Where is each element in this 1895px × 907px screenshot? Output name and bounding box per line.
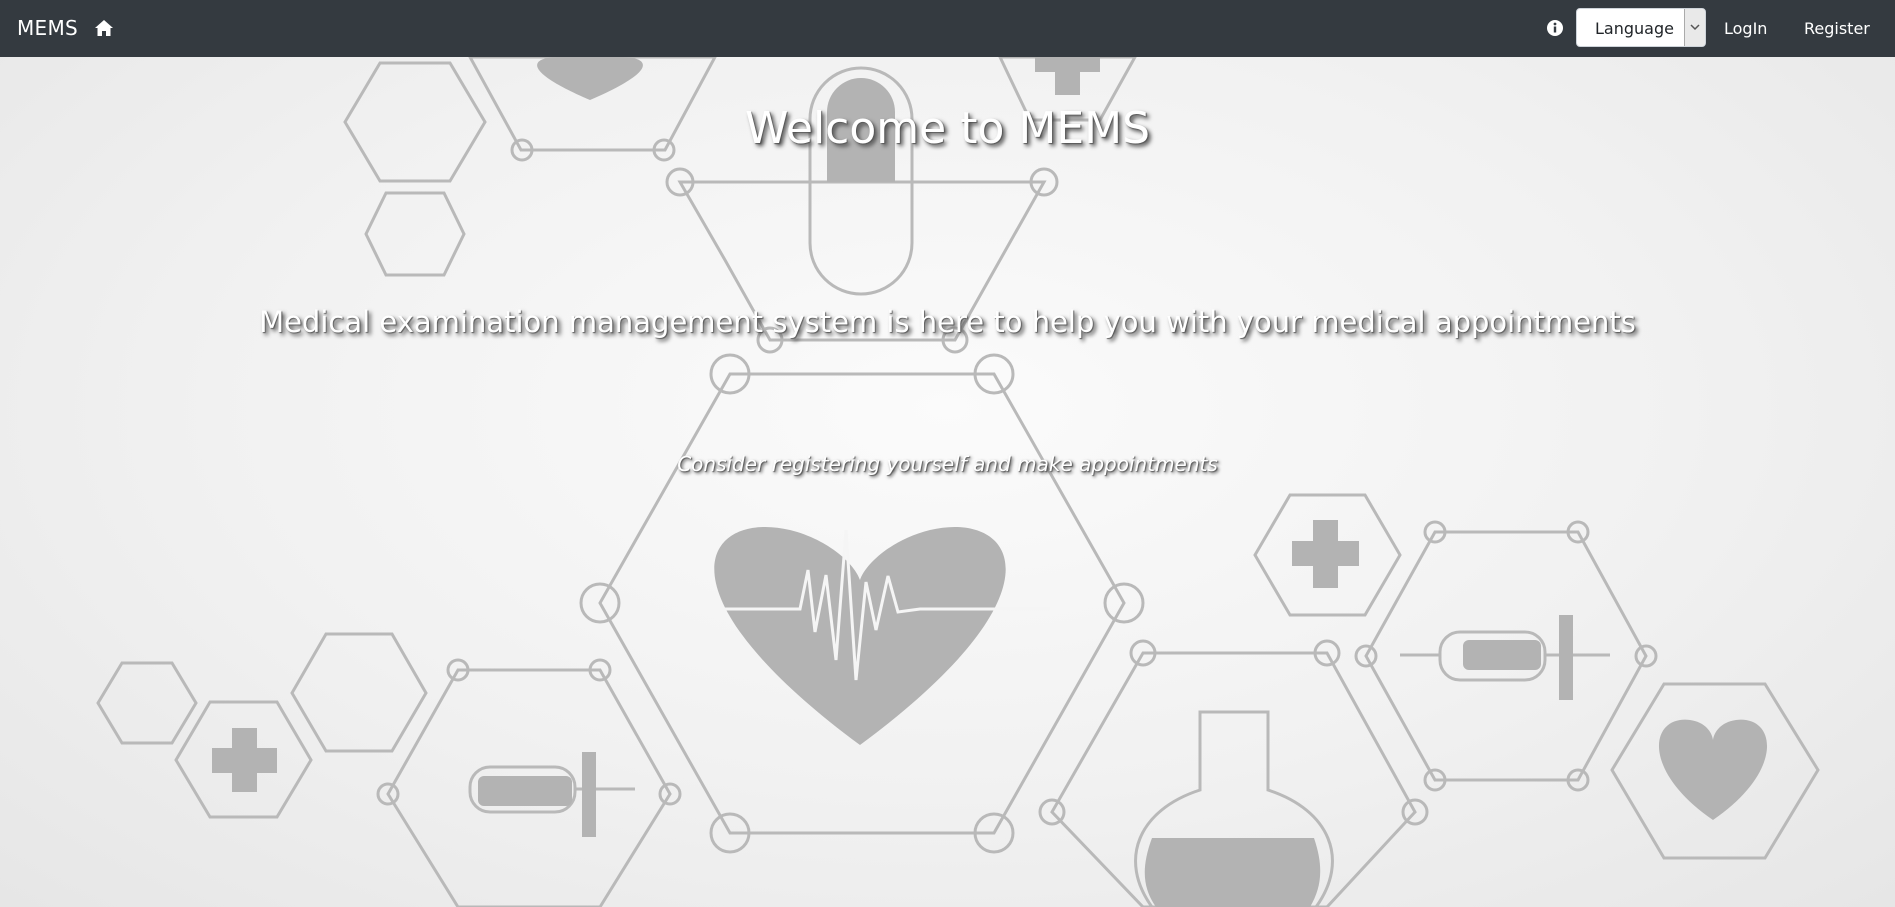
language-select-value: Language xyxy=(1595,19,1674,38)
chevron-down-icon[interactable] xyxy=(1684,9,1705,46)
hero-call-to-action: Consider registering yourself and make a… xyxy=(677,452,1218,476)
hero-title: Welcome to MEMS xyxy=(744,103,1151,154)
info-icon[interactable] xyxy=(1546,19,1564,37)
background-medical-illustration xyxy=(96,57,1820,907)
hero-subtitle: Medical examination management system is… xyxy=(259,305,1636,339)
login-link[interactable]: LogIn xyxy=(1724,19,1767,38)
top-navbar: MEMS Language LogIn Register xyxy=(0,0,1895,57)
language-select[interactable]: Language xyxy=(1576,8,1706,47)
brand-logo[interactable]: MEMS xyxy=(17,16,78,40)
home-icon[interactable] xyxy=(94,18,114,38)
register-link[interactable]: Register xyxy=(1804,19,1870,38)
